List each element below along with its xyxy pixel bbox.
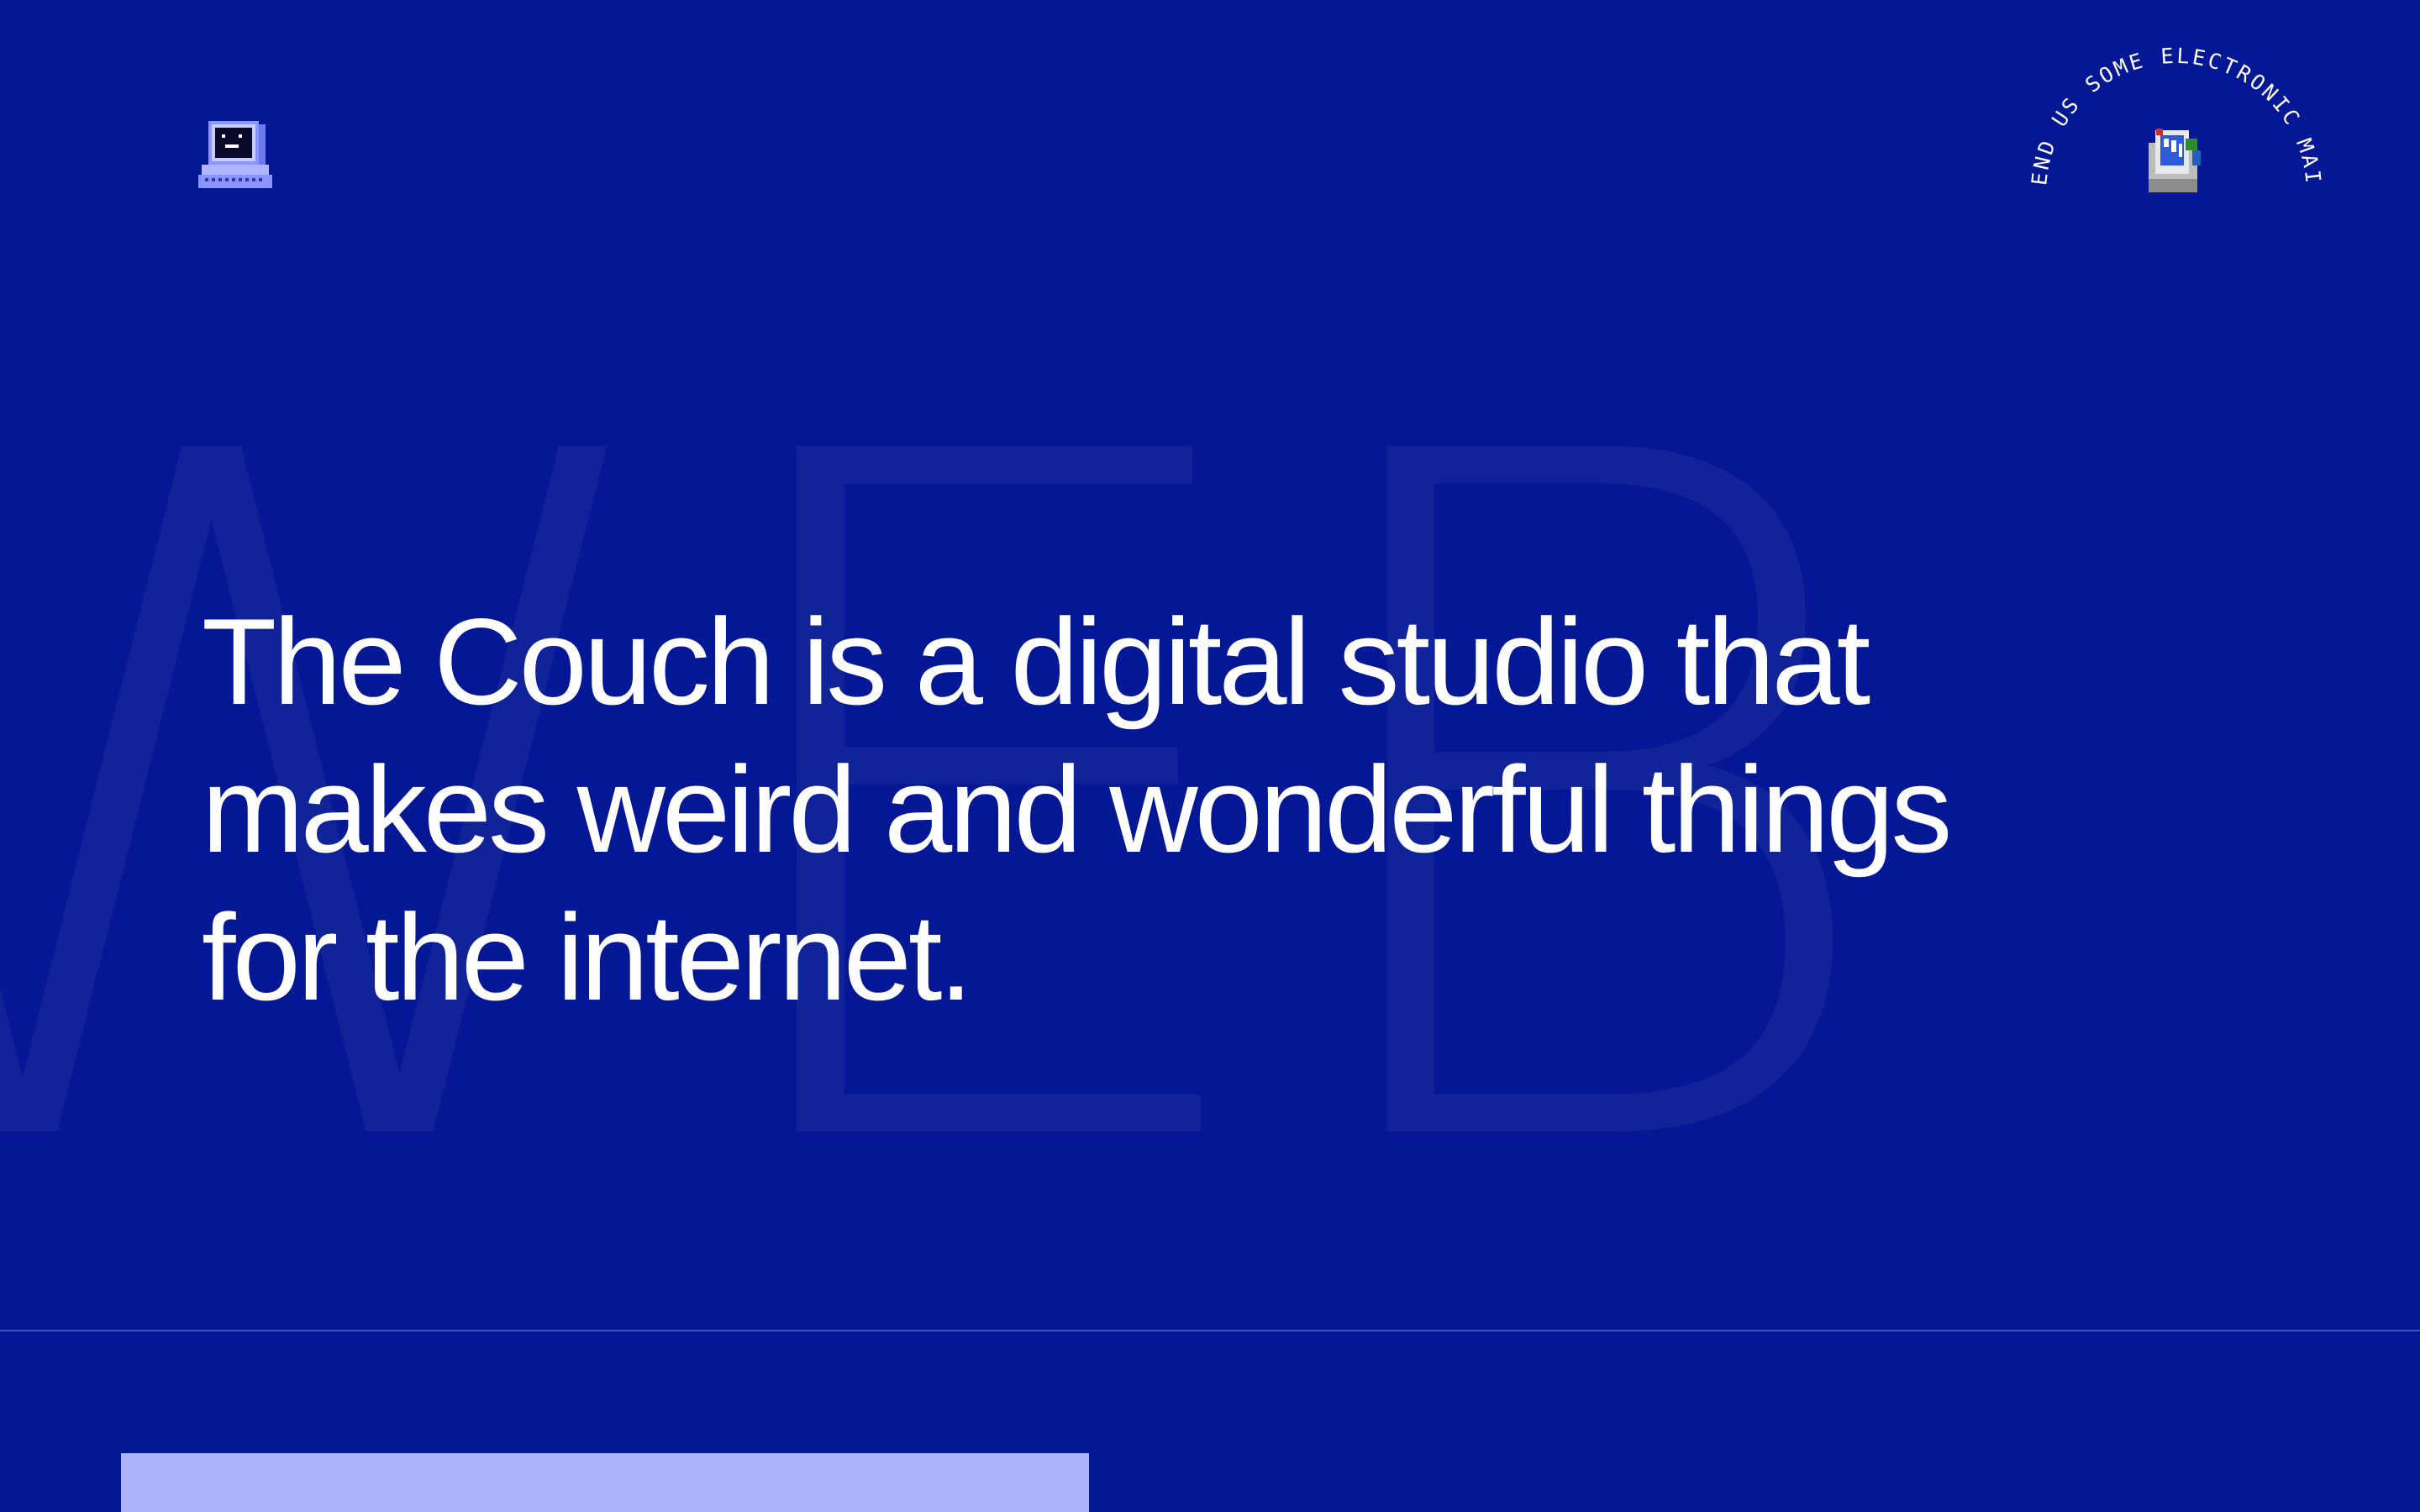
hero-tagline: The Couch is a digital studio that makes… <box>202 588 2050 1032</box>
mail-computer-icon <box>2149 129 2201 192</box>
hero-line: The Couch is a digital studio that <box>202 593 1870 730</box>
hero-line: makes weird and wonderful things <box>202 741 1952 878</box>
accent-panel <box>121 1453 1089 1512</box>
section-divider <box>0 1330 2420 1331</box>
hero-line: for the internet. <box>202 889 973 1026</box>
email-contact-badge[interactable]: SEND US SOME ELECTRONIC MAIL <box>2012 13 2340 223</box>
retro-computer-icon[interactable] <box>198 118 279 198</box>
